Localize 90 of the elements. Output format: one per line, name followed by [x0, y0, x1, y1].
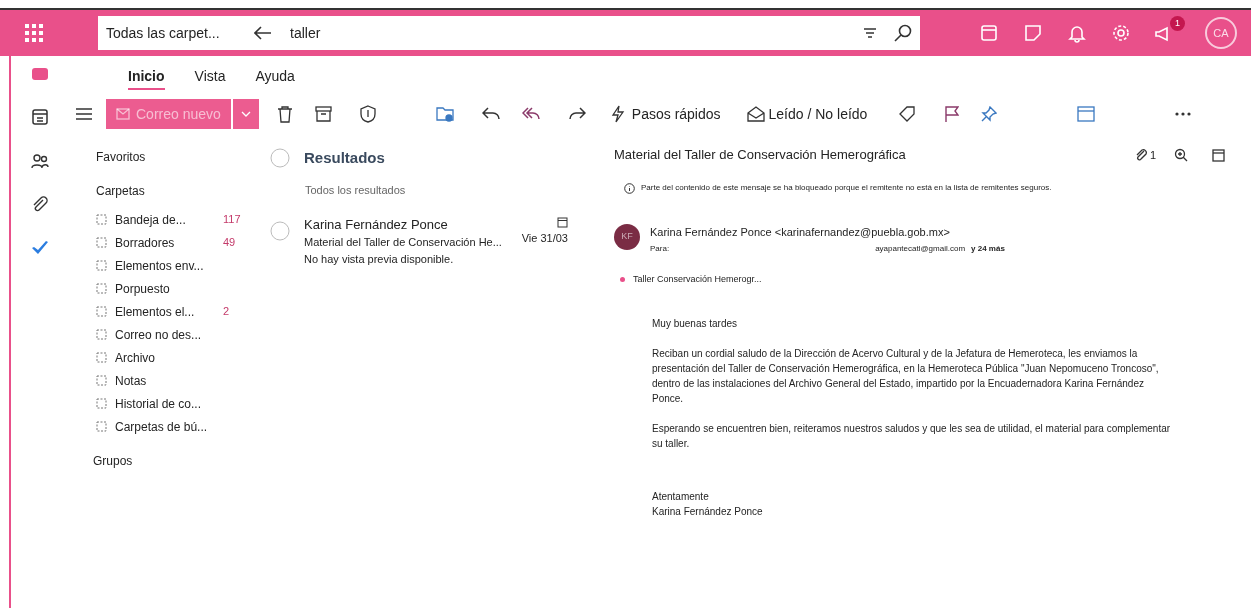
ribbon-tab[interactable]: Ayuda	[255, 66, 295, 90]
folder-item[interactable]: Carpetas de bú...	[115, 417, 215, 436]
folder-move-icon[interactable]	[435, 106, 454, 122]
folder-item[interactable]: Borradores	[115, 233, 215, 252]
results-filter[interactable]: Todos los resultados	[305, 182, 590, 199]
pin-icon[interactable]	[981, 106, 998, 122]
calendar-icon	[557, 216, 568, 228]
search-field[interactable]: Todas las carpet... taller	[98, 16, 920, 50]
signature-line: Atentamente	[652, 490, 710, 504]
paperclip-icon[interactable]	[31, 196, 49, 214]
folder-icon	[96, 398, 107, 409]
quick-steps-button[interactable]: Pasos rápidos	[631, 103, 721, 125]
bell-icon[interactable]	[1067, 23, 1087, 43]
calendar-icon[interactable]	[31, 108, 49, 126]
menu-icon[interactable]	[76, 108, 92, 120]
note-icon[interactable]	[1023, 23, 1043, 43]
body-paragraph: Muy buenas tardes	[652, 317, 739, 331]
notification-badge: 1	[1170, 16, 1185, 31]
popout-icon[interactable]	[1212, 148, 1225, 162]
folder-icon	[96, 421, 107, 432]
compose-icon	[116, 108, 130, 120]
layout-icon[interactable]	[1077, 106, 1096, 122]
body-paragraph: Reciban un cordial saludo de la Dirección de Acervo Cultural y de la Jefatura de Hemeroteca, les enviamos la presentación del Taller de Conservación Hemerográfica, en la Hemeroteca Pública "Juan Nepomuceno Troncoso", dentro de las instalaciones del Archivo General del Estado, impartido por la Encuadernadora Karina Fernández Ponce.	[652, 347, 1160, 406]
filter-icon[interactable]	[864, 28, 876, 38]
folder-icon	[96, 283, 107, 294]
message-subject: Material del Taller de Conservación Hemerográfica	[614, 146, 907, 165]
folder-item[interactable]: Bandeja de...	[115, 210, 215, 229]
more-icon[interactable]	[1175, 112, 1192, 116]
lightning-icon[interactable]	[609, 105, 626, 123]
search-icon[interactable]	[894, 24, 912, 42]
flag-icon[interactable]	[945, 106, 960, 122]
attachment-count[interactable]: 1	[1149, 146, 1156, 164]
folder-item[interactable]: Elementos el...	[115, 302, 215, 321]
message-date: Vie 31/03	[521, 230, 568, 246]
checkmark-icon[interactable]	[31, 240, 49, 256]
results-title: Resultados	[304, 147, 385, 168]
attachment-name[interactable]: Taller Conservación Hemerogr...	[633, 272, 762, 286]
sender-address[interactable]: Karina Fernández Ponce <karinafernandez@puebla.gob.mx>	[650, 224, 1005, 241]
message-subject-line: Material del Taller de Conservación He...	[304, 235, 503, 250]
more-recipients-link[interactable]: y 24 más	[971, 242, 1005, 255]
body-paragraph: Esperando se encuentren bien, reiteramos nuestros saludos y que les sea de utilidad, el material para complementar su taller.	[652, 422, 1172, 451]
groups-heading[interactable]: Grupos	[93, 452, 250, 470]
recipients-label: Para:	[650, 242, 670, 255]
signature-line: Karina Fernández Ponce	[652, 505, 764, 519]
info-icon	[624, 182, 635, 194]
unread-count: 2	[223, 304, 230, 320]
folder-icon	[96, 260, 107, 271]
unread-count: 49	[223, 235, 236, 251]
megaphone-icon[interactable]	[1155, 26, 1169, 42]
message-sender: Karina Fernández Ponce	[304, 215, 449, 234]
folder-icon	[96, 352, 107, 363]
archive-icon[interactable]	[314, 106, 332, 122]
folders-heading[interactable]: Carpetas	[96, 182, 250, 208]
envelope-open-icon[interactable]	[746, 106, 765, 122]
forward-icon[interactable]	[567, 107, 586, 121]
reply-icon[interactable]	[481, 107, 500, 121]
message-preview: No hay vista previa disponible.	[304, 251, 455, 267]
folder-icon	[96, 237, 107, 248]
read-unread-button[interactable]: Leído / No leído	[768, 103, 868, 125]
favorites-heading[interactable]: Favoritos	[96, 148, 250, 172]
ribbon-tab[interactable]: Vista	[194, 66, 226, 90]
people-icon[interactable]	[31, 152, 49, 170]
chevron-icon	[240, 111, 251, 117]
reply-all-icon[interactable]	[521, 107, 540, 121]
search-query: taller	[290, 23, 322, 43]
back-arrow-icon[interactable]	[254, 26, 272, 40]
folder-icon	[96, 214, 107, 225]
folder-item[interactable]: Elementos env...	[115, 256, 215, 275]
folder-item[interactable]: Correo no des...	[115, 325, 215, 344]
zoom-icon[interactable]	[1174, 148, 1188, 162]
settings-icon[interactable]	[1111, 23, 1131, 43]
folder-icon	[96, 306, 107, 317]
folder-icon	[96, 375, 107, 386]
sender-avatar: KF	[614, 224, 640, 250]
unread-count: 117	[223, 212, 241, 228]
folder-icon	[96, 329, 107, 340]
folder-item[interactable]: Porpuesto	[115, 279, 215, 298]
paperclip-icon[interactable]	[1134, 148, 1147, 162]
delete-icon[interactable]	[276, 105, 293, 123]
search-scope[interactable]: Todas las carpet...	[106, 22, 236, 44]
shield-icon[interactable]	[359, 105, 376, 123]
new-mail-dropdown[interactable]	[232, 99, 259, 129]
blocked-content-notice: Parte del contenido de este mensaje se ha bloqueado porque el remitente no está en la lista de remitentes seguros.	[641, 182, 1052, 194]
recipient-address[interactable]: ayapantecatl@gmail.com	[875, 242, 966, 255]
folder-item[interactable]: Notas	[115, 371, 215, 390]
folder-item[interactable]: Archivo	[115, 348, 215, 367]
folder-item[interactable]: Historial de co...	[115, 394, 215, 413]
ribbon-tab[interactable]: Inicio	[128, 66, 165, 90]
app-launcher-icon[interactable]	[24, 23, 44, 43]
tag-icon[interactable]	[899, 106, 918, 122]
